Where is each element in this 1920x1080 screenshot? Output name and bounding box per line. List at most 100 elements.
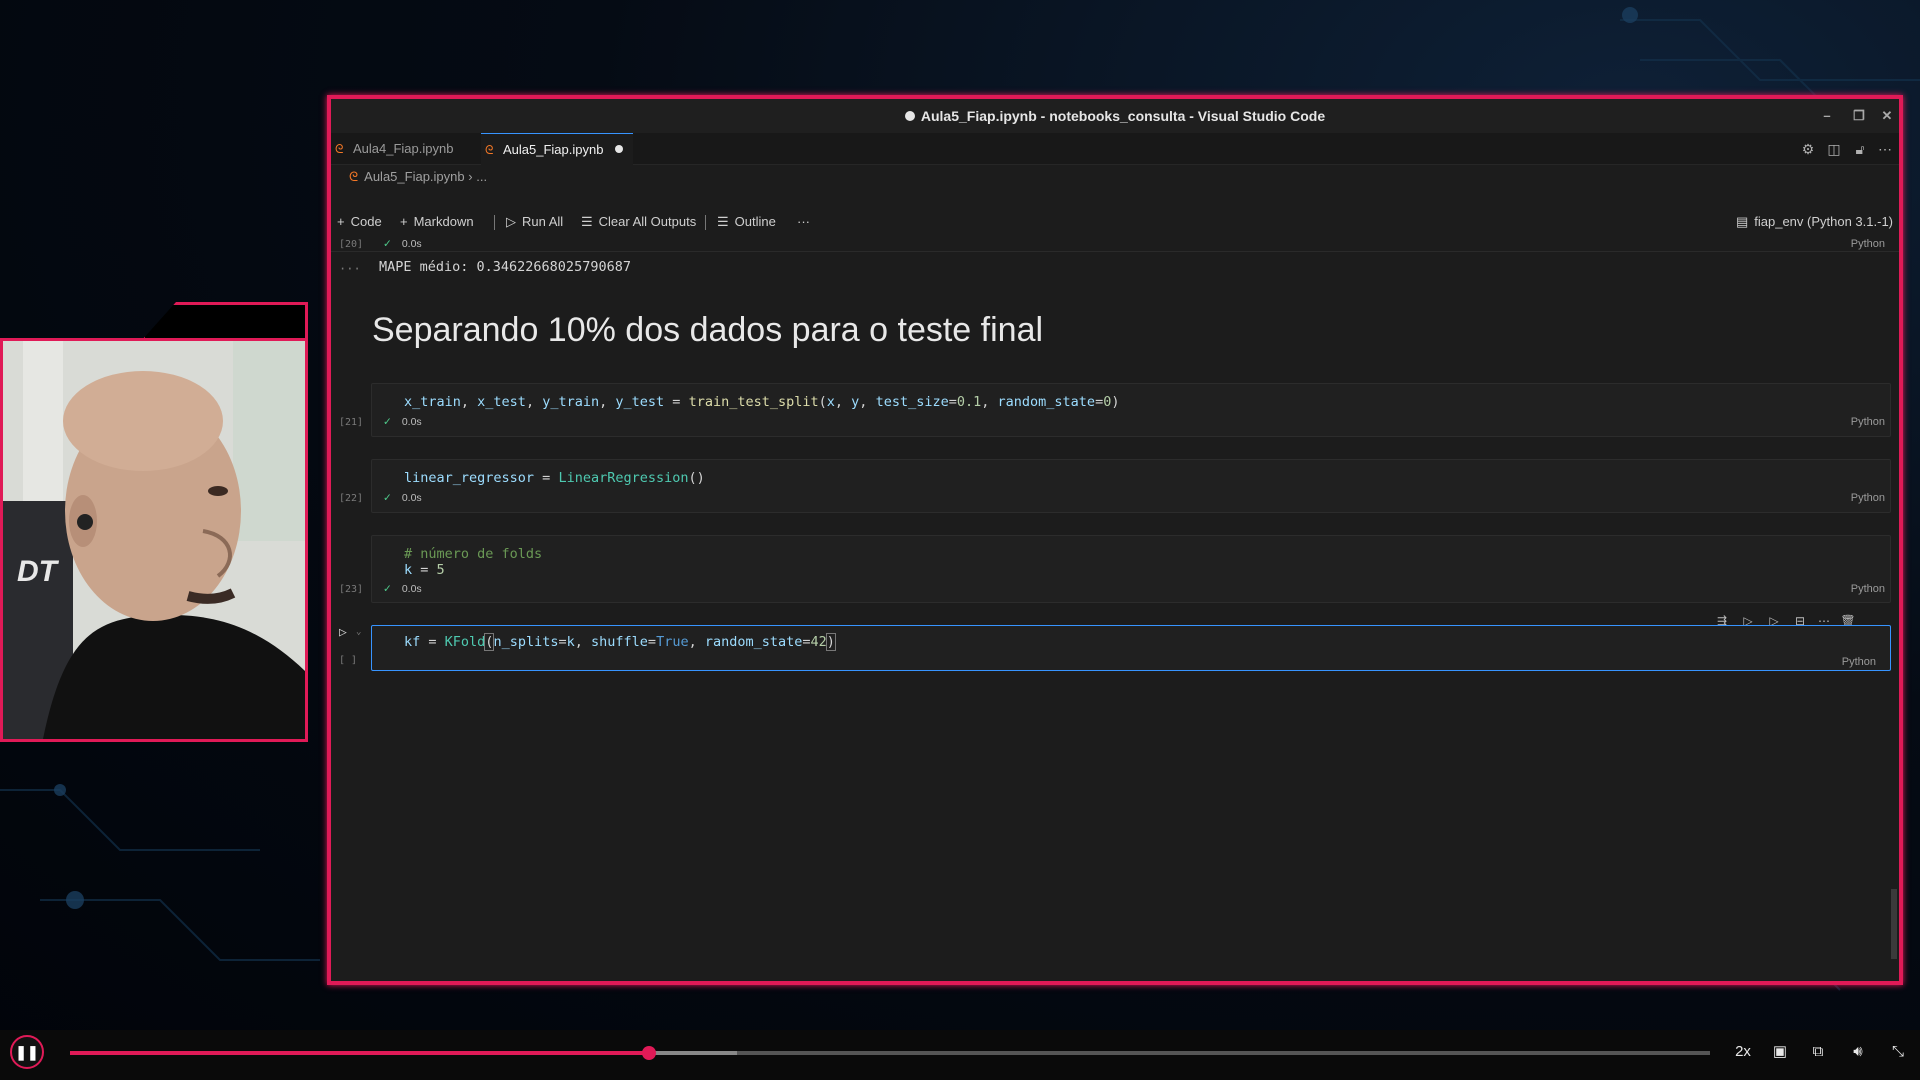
unsaved-dot-icon (904, 111, 915, 121)
video-stage: Aula5_Fiap.ipynb - notebooks_consulta - … (0, 0, 1920, 1080)
cell-code[interactable]: # número de folds k = 5 (404, 546, 542, 578)
exec-time: 0.0s (401, 583, 422, 595)
minimize-button[interactable]: – (1811, 99, 1843, 133)
cell-language[interactable]: Python (1851, 238, 1885, 250)
run-all-button[interactable]: ▷ Run All (506, 209, 563, 235)
exec-count: [20] (339, 239, 364, 250)
code-token: k (404, 562, 413, 578)
run-cell-icon[interactable]: ▷ (339, 625, 347, 640)
add-code-button[interactable]: + Code (337, 209, 382, 235)
toolbar-divider (494, 215, 495, 230)
editor-tabs: ᘓ Aula4_Fiap.ipynb ᘓ Aula5_Fiap.ipynb (331, 133, 1899, 165)
code-token: x_train (404, 394, 461, 410)
code-cell[interactable]: # número de folds k = 5 (371, 535, 1891, 603)
output-collapse-button[interactable]: ··· (339, 262, 361, 276)
chevron-down-icon[interactable]: ⌄ (356, 627, 361, 637)
more-actions-icon[interactable]: ⋯ (1874, 139, 1896, 159)
code-token: = (802, 634, 811, 650)
settings-gear-icon[interactable]: ⚙ (1797, 139, 1819, 159)
code-comment: # número de folds (404, 546, 543, 562)
code-token: = (647, 634, 657, 650)
cell-status: ✓ 0.0s (383, 583, 422, 595)
editor-scrollbar[interactable] (1891, 889, 1897, 959)
outline-label: Outline (734, 214, 776, 229)
breadcrumb-file[interactable]: Aula5_Fiap.ipynb (364, 169, 464, 184)
code-token: linear_regressor (404, 470, 535, 486)
toolbar-more-button[interactable]: ··· (797, 209, 810, 235)
add-code-label: Code (350, 214, 382, 229)
kernel-picker[interactable]: ▤ fiap_env (Python 3.1.-1) (1736, 209, 1893, 235)
toolbar-divider (705, 215, 706, 230)
code-token: ) (825, 633, 836, 651)
playback-speed-button[interactable]: 2x (1728, 1040, 1758, 1064)
jupyter-icon: ᘓ (349, 169, 359, 184)
code-token: ) (1111, 394, 1120, 410)
code-token: , (859, 394, 876, 410)
exec-count: [ ] (339, 655, 358, 666)
seek-bar[interactable] (70, 1046, 1710, 1060)
code-token: KFold (444, 634, 486, 650)
window-title: Aula5_Fiap.ipynb - notebooks_consulta - … (920, 108, 1326, 124)
code-token: x_test (477, 394, 526, 410)
code-token: test_size (875, 394, 949, 410)
clear-outputs-icon: ☰ (581, 214, 593, 229)
cell-code[interactable]: x_train, x_test, y_train, y_test = train… (404, 394, 1119, 410)
clear-all-outputs-button[interactable]: ☰ Clear All Outputs (581, 209, 696, 235)
cell-divider (331, 251, 1899, 252)
code-cell[interactable]: linear_regressor = LinearRegression() (371, 459, 1891, 513)
code-token: kf (404, 634, 421, 650)
code-token: shuffle (591, 634, 648, 650)
code-token: random_state (704, 634, 803, 650)
vscode-window: Aula5_Fiap.ipynb - notebooks_consulta - … (327, 95, 1903, 985)
active-code-cell[interactable]: kf = KFold(n_splits=k, shuffle=True, ran… (371, 625, 1891, 671)
code-cell[interactable]: x_train, x_test, y_train, y_test = train… (371, 383, 1891, 437)
outline-button[interactable]: ☰ Outline (717, 209, 776, 235)
exec-count: [23] (339, 584, 364, 595)
notebook-toolbar: + Code + Markdown ▷ Run All ☰ Clear All Outp… (331, 209, 1899, 235)
close-button[interactable]: ✕ (1871, 99, 1903, 133)
exec-count: [22] (339, 493, 364, 504)
cell-language[interactable]: Python (1851, 492, 1885, 504)
add-markdown-button[interactable]: + Markdown (400, 209, 474, 235)
pause-button[interactable]: ❚❚ (10, 1035, 44, 1069)
plus-icon: + (337, 214, 345, 229)
check-icon: ✓ (383, 492, 392, 504)
play-icon: ▷ (506, 214, 516, 229)
cell-language[interactable]: Python (1851, 583, 1885, 595)
code-token: y_train (542, 394, 600, 410)
code-token: True (656, 634, 689, 650)
code-token: ( (818, 394, 827, 410)
exec-count: [21] (339, 417, 364, 428)
code-token: , (525, 394, 543, 410)
tab-aula4[interactable]: ᘓ Aula4_Fiap.ipynb (331, 133, 481, 165)
check-icon: ✓ (383, 238, 392, 250)
lock-icon[interactable]: 🔓︎ (1849, 139, 1871, 159)
captions-icon[interactable]: ▣ (1768, 1040, 1792, 1064)
code-token: , (574, 634, 592, 650)
code-token: = (948, 394, 957, 410)
code-token: , (981, 394, 998, 410)
code-token: k (566, 634, 575, 650)
volume-icon[interactable]: 🔊︎ (1846, 1040, 1870, 1064)
cell-language[interactable]: Python (1842, 656, 1876, 668)
fullscreen-exit-icon[interactable]: ⤡ (1886, 1040, 1910, 1064)
code-token: n_splits (493, 634, 559, 650)
exec-time: 0.0s (401, 416, 422, 428)
cell-code[interactable]: kf = KFold(n_splits=k, shuffle=True, ran… (404, 633, 836, 651)
code-token: = (1095, 394, 1104, 410)
code-token: y_test (615, 394, 665, 410)
code-token: = (664, 394, 689, 410)
jupyter-icon: ᘓ (335, 142, 344, 156)
breadcrumb-rest[interactable]: ... (476, 169, 487, 184)
code-token: LinearRegression (558, 470, 689, 486)
code-token: train_test_split (688, 394, 819, 410)
cell-code[interactable]: linear_regressor = LinearRegression() (404, 470, 705, 486)
seek-handle[interactable] (641, 1046, 656, 1060)
picture-in-picture-icon[interactable]: ⧉ (1806, 1040, 1830, 1064)
code-token: = (558, 634, 567, 650)
list-icon: ☰ (717, 214, 729, 229)
code-token: () (688, 470, 705, 486)
tab-aula5[interactable]: ᘓ Aula5_Fiap.ipynb (481, 133, 633, 165)
split-editor-icon[interactable]: ◫ (1823, 139, 1845, 159)
cell-language[interactable]: Python (1851, 416, 1885, 428)
